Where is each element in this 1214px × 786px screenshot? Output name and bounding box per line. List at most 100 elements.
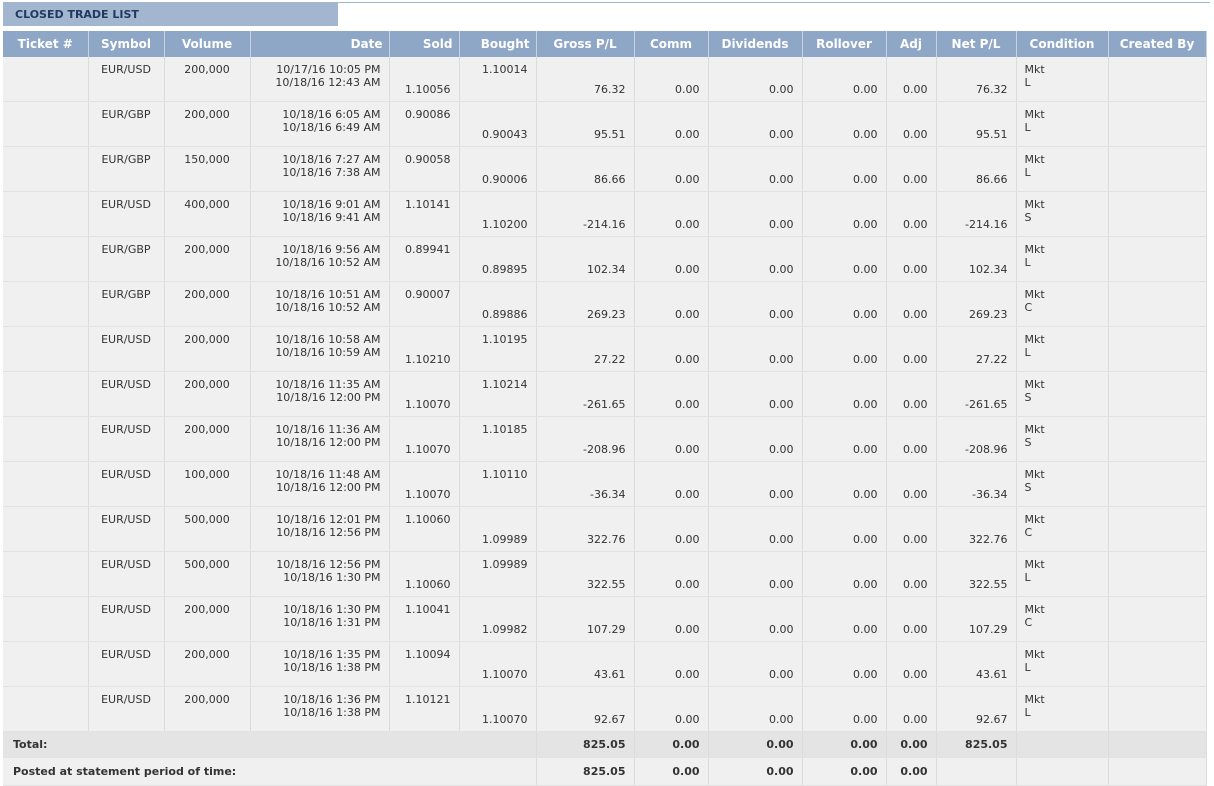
cell-created-by [1108, 551, 1207, 597]
cell-rollover: 0.00 [802, 416, 887, 462]
cell-date-open: 10/18/16 7:27 AM [282, 153, 381, 166]
cell-volume: 200,000 [164, 101, 251, 147]
cell-gross-pl: 92.67 [536, 686, 635, 732]
cell-symbol: EUR/GBP [88, 281, 165, 327]
cell-condition-side: L [1024, 256, 1031, 269]
col-header-adj[interactable]: Adj [886, 31, 937, 57]
cell-rollover: 0.00 [802, 506, 887, 552]
table-row[interactable]: EUR/USD 200,000 10/18/16 10:58 AM 10/18/16 … [3, 326, 1207, 372]
cell-volume: 200,000 [164, 416, 251, 462]
col-header-gross-pl[interactable]: Gross P/L [536, 31, 635, 57]
cell-gross-pl: 43.61 [536, 641, 635, 687]
cell-bought: 1.10070 [459, 641, 537, 687]
cell-ticket [3, 416, 89, 462]
cell-date: 10/18/16 1:30 PM 10/18/16 1:31 PM [250, 596, 390, 642]
cell-rollover: 0.00 [802, 146, 887, 192]
posted-row: Posted at statement period of time: 825.… [3, 757, 1207, 786]
cell-gross-pl: 322.55 [536, 551, 635, 597]
cell-comm: 0.00 [634, 236, 709, 282]
col-header-symbol[interactable]: Symbol [88, 31, 165, 57]
col-header-net-pl[interactable]: Net P/L [936, 31, 1017, 57]
cell-symbol: EUR/USD [88, 551, 165, 597]
cell-dividends: 0.00 [708, 596, 803, 642]
cell-sold: 1.10070 [389, 461, 460, 507]
col-header-bought[interactable]: Bought [459, 31, 537, 57]
cell-volume: 400,000 [164, 191, 251, 237]
col-header-rollover[interactable]: Rollover [802, 31, 887, 57]
cell-condition-type: Mkt [1024, 648, 1045, 661]
cell-adj: 0.00 [886, 596, 937, 642]
cell-created-by [1108, 101, 1207, 147]
cell-date-close: 10/18/16 1:31 PM [283, 616, 381, 629]
col-header-ticket[interactable]: Ticket # [3, 31, 89, 57]
cell-dividends: 0.00 [708, 686, 803, 732]
cell-net-pl: 269.23 [936, 281, 1017, 327]
cell-rollover: 0.00 [802, 551, 887, 597]
col-header-sold[interactable]: Sold [389, 31, 460, 57]
table-row[interactable]: EUR/USD 200,000 10/18/16 1:36 PM 10/18/16 1… [3, 686, 1207, 732]
cell-net-pl: 322.76 [936, 506, 1017, 552]
cell-ticket [3, 686, 89, 732]
cell-condition-side: L [1024, 661, 1031, 674]
cell-date-open: 10/18/16 10:51 AM [275, 288, 381, 301]
cell-created-by [1108, 281, 1207, 327]
cell-condition-side: C [1024, 526, 1033, 539]
table-row[interactable]: EUR/USD 400,000 10/18/16 9:01 AM 10/18/16 9… [3, 191, 1207, 237]
table-row[interactable]: EUR/USD 200,000 10/17/16 10:05 PM 10/18/16 … [3, 57, 1207, 102]
total-row: Total: 825.05 0.00 0.00 0.00 0.00 825.05 [3, 731, 1207, 758]
table-row[interactable]: EUR/USD 200,000 10/18/16 11:35 AM 10/18/16 … [3, 371, 1207, 417]
cell-sold: 0.89941 [389, 236, 460, 282]
cell-sold: 1.10060 [389, 551, 460, 597]
cell-sold: 1.10060 [389, 506, 460, 552]
table-row[interactable]: EUR/GBP 200,000 10/18/16 9:56 AM 10/18/16 1… [3, 236, 1207, 282]
table-row[interactable]: EUR/USD 500,000 10/18/16 12:56 PM 10/18/16 … [3, 551, 1207, 597]
total-condition [1016, 731, 1109, 758]
cell-date: 10/18/16 12:56 PM 10/18/16 1:30 PM [250, 551, 390, 597]
total-dividends: 0.00 [708, 731, 803, 758]
col-header-date[interactable]: Date [250, 31, 390, 57]
cell-dividends: 0.00 [708, 416, 803, 462]
table-row[interactable]: EUR/GBP 200,000 10/18/16 10:51 AM 10/18/16 … [3, 281, 1207, 327]
cell-date-close: 10/18/16 7:38 AM [282, 166, 381, 179]
table-row[interactable]: EUR/GBP 150,000 10/18/16 7:27 AM 10/18/16 7… [3, 146, 1207, 192]
cell-ticket [3, 326, 89, 372]
cell-condition: Mkt S [1016, 191, 1109, 237]
table-row[interactable]: EUR/GBP 200,000 10/18/16 6:05 AM 10/18/16 6… [3, 101, 1207, 147]
col-header-comm[interactable]: Comm [634, 31, 709, 57]
cell-sold: 0.90058 [389, 146, 460, 192]
cell-ticket [3, 236, 89, 282]
cell-rollover: 0.00 [802, 326, 887, 372]
cell-rollover: 0.00 [802, 686, 887, 732]
cell-gross-pl: 102.34 [536, 236, 635, 282]
posted-adj: 0.00 [886, 757, 937, 786]
table-row[interactable]: EUR/USD 200,000 10/18/16 1:35 PM 10/18/16 1… [3, 641, 1207, 687]
cell-gross-pl: 86.66 [536, 146, 635, 192]
cell-date-close: 10/18/16 10:59 AM [275, 346, 381, 359]
cell-date: 10/18/16 11:35 AM 10/18/16 12:00 PM [250, 371, 390, 417]
cell-net-pl: -36.34 [936, 461, 1017, 507]
col-header-volume[interactable]: Volume [164, 31, 251, 57]
cell-sold: 1.10094 [389, 641, 460, 687]
cell-created-by [1108, 236, 1207, 282]
total-rollover: 0.00 [802, 731, 887, 758]
cell-net-pl: 43.61 [936, 641, 1017, 687]
cell-condition: Mkt C [1016, 506, 1109, 552]
cell-condition: Mkt S [1016, 461, 1109, 507]
cell-symbol: EUR/GBP [88, 236, 165, 282]
cell-net-pl: -208.96 [936, 416, 1017, 462]
table-row[interactable]: EUR/USD 500,000 10/18/16 12:01 PM 10/18/16 … [3, 506, 1207, 552]
col-header-dividends[interactable]: Dividends [708, 31, 803, 57]
cell-net-pl: 27.22 [936, 326, 1017, 372]
cell-date-close: 10/18/16 6:49 AM [282, 121, 381, 134]
col-header-created-by[interactable]: Created By [1108, 31, 1207, 57]
table-row[interactable]: EUR/USD 200,000 10/18/16 11:36 AM 10/18/16 … [3, 416, 1207, 462]
table-row[interactable]: EUR/USD 200,000 10/18/16 1:30 PM 10/18/16 1… [3, 596, 1207, 642]
cell-condition-side: L [1024, 166, 1031, 179]
cell-sold: 1.10121 [389, 686, 460, 732]
cell-gross-pl: -208.96 [536, 416, 635, 462]
col-header-condition[interactable]: Condition [1016, 31, 1109, 57]
table-row[interactable]: EUR/USD 100,000 10/18/16 11:48 AM 10/18/16 … [3, 461, 1207, 507]
cell-gross-pl: 27.22 [536, 326, 635, 372]
cell-symbol: EUR/USD [88, 596, 165, 642]
cell-dividends: 0.00 [708, 281, 803, 327]
